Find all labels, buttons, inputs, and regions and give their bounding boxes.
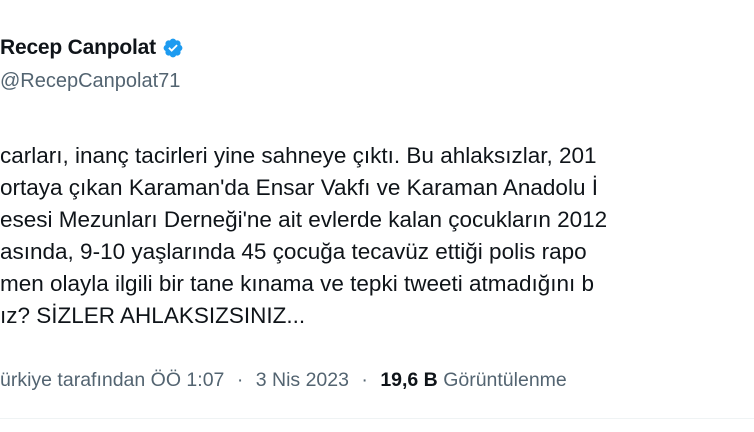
tweet-text-line: esesi Mezunları Derneği'ne ait evlerde k… [0, 207, 608, 232]
meta-separator: · [236, 369, 244, 391]
translated-by-text[interactable]: ürkiye tarafından [0, 369, 151, 391]
tweet-text-line: carları, inanç tacirleri yine sahneye çı… [0, 143, 597, 168]
tweet-text-line: ortaya çıkan Karaman'da Ensar Vakfı ve K… [0, 175, 598, 200]
tweet-text: carları, inanç tacirleri yine sahneye çı… [0, 140, 754, 332]
author-name-row: Recep Canpolat [0, 36, 184, 60]
tweet-card: Recep Canpolat @RecepCanpolat71 carları,… [0, 0, 754, 432]
tweet-meta-row: ürkiye tarafından ÖÖ 1:07 · 3 Nis 2023 ·… [0, 369, 567, 392]
tweet-date[interactable]: 3 Nis 2023 [256, 369, 349, 391]
author-handle[interactable]: @RecepCanpolat71 [0, 70, 184, 93]
tweet-time[interactable]: ÖÖ 1:07 [151, 369, 225, 391]
divider [0, 418, 754, 419]
tweet-text-line: asında, 9-10 yaşlarında 45 çocuğa tecavü… [0, 239, 587, 264]
tweet-text-line: men olayla ilgili bir tane kınama ve tep… [0, 271, 595, 296]
tweet-author-header: Recep Canpolat @RecepCanpolat71 [0, 36, 184, 93]
meta-separator: · [361, 369, 368, 391]
verified-badge-icon[interactable] [162, 37, 184, 59]
views-count: 19,6 B [380, 369, 444, 391]
views-label: Görüntülenme [443, 369, 567, 391]
tweet-text-line: ız? SİZLER AHLAKSIZSINIZ... [0, 303, 306, 328]
author-display-name[interactable]: Recep Canpolat [0, 36, 156, 60]
